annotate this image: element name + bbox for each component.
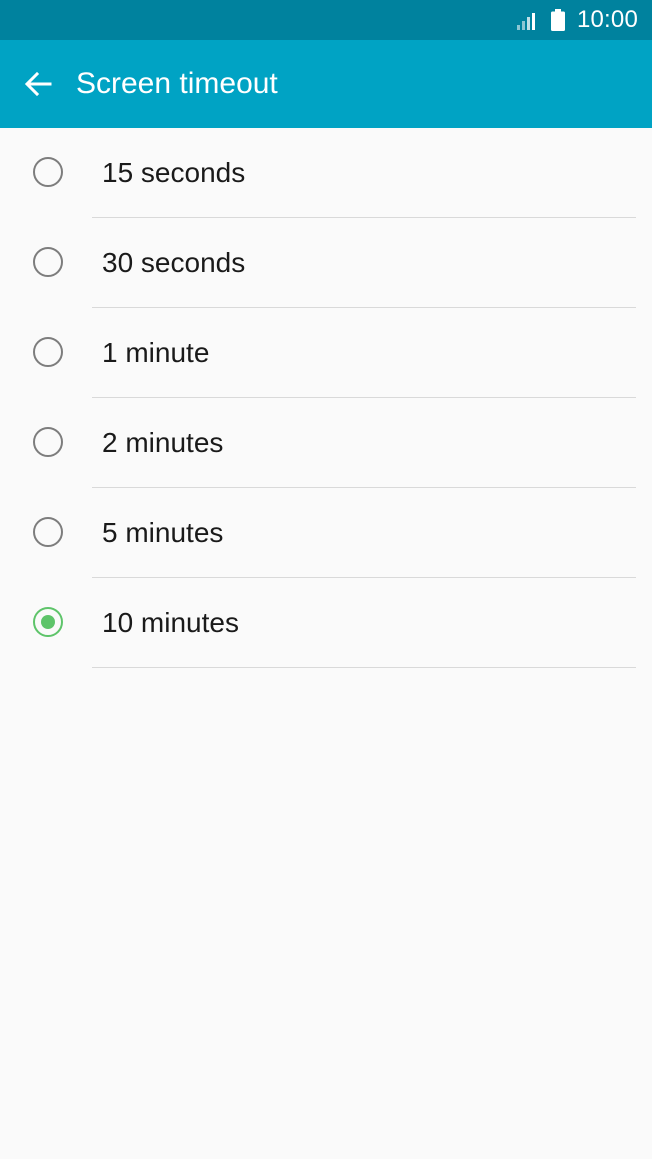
status-bar: 10:00: [0, 0, 652, 40]
option-label: 15 seconds: [102, 157, 246, 188]
radio-unchecked-icon[interactable]: [33, 157, 63, 187]
back-button[interactable]: [0, 40, 76, 128]
radio-unchecked-icon[interactable]: [33, 517, 63, 547]
timeout-options-list: 15 seconds 30 seconds 1 minute 2 minutes 5 m…: [0, 128, 652, 668]
timeout-option[interactable]: 30 seconds: [0, 218, 652, 308]
timeout-option[interactable]: 5 minutes: [0, 488, 652, 578]
option-label: 10 minutes: [102, 607, 239, 638]
signal-icon: [516, 13, 535, 30]
status-icons: 10:00: [516, 0, 638, 40]
timeout-option[interactable]: 2 minutes: [0, 398, 652, 488]
radio-unchecked-icon[interactable]: [33, 247, 63, 277]
app-bar: Screen timeout: [0, 40, 652, 128]
status-time: 10:00: [576, 6, 638, 33]
radio-checked-icon[interactable]: [33, 607, 63, 637]
radio-unchecked-icon[interactable]: [33, 427, 63, 457]
battery-icon: [550, 9, 565, 31]
timeout-option[interactable]: 1 minute: [0, 308, 652, 398]
option-label: 5 minutes: [102, 517, 224, 548]
radio-unchecked-icon[interactable]: [33, 337, 63, 367]
option-label: 1 minute: [102, 337, 210, 368]
page-title: Screen timeout: [76, 67, 278, 100]
timeout-option[interactable]: 15 seconds: [0, 128, 652, 218]
timeout-option[interactable]: 10 minutes: [0, 578, 652, 668]
option-label: 2 minutes: [102, 427, 224, 458]
option-label: 30 seconds: [102, 247, 246, 278]
divider: [92, 667, 636, 668]
arrow-left-icon: [24, 71, 52, 97]
